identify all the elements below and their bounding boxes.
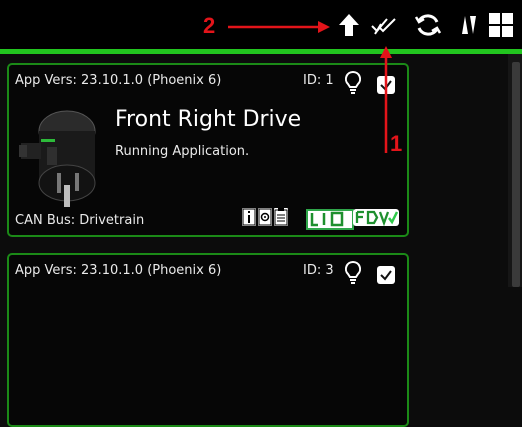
annotation-label-1: 1 [390,131,403,156]
annotation-label-2: 2 [203,13,216,38]
annotation-arrows [228,21,392,153]
